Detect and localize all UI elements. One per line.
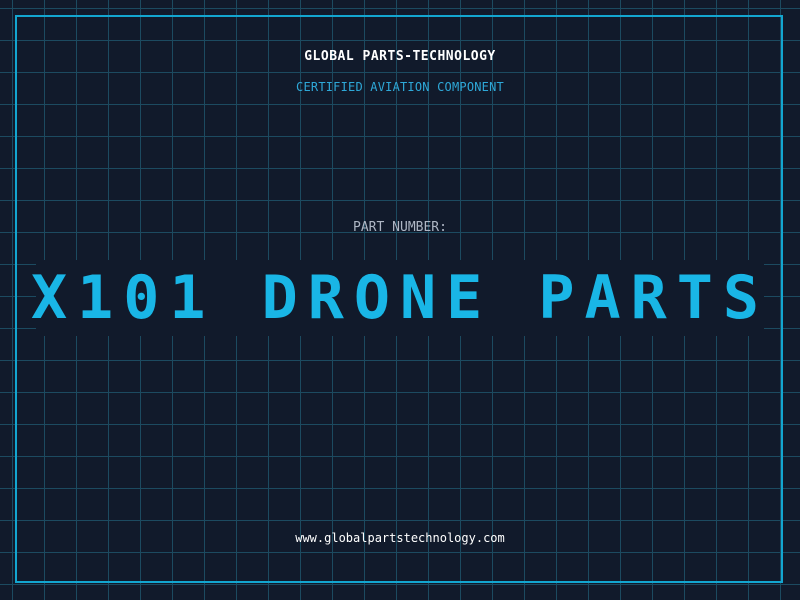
part-number-value: X101 DRONE PARTS bbox=[31, 263, 769, 333]
part-number-label: PART NUMBER: bbox=[353, 220, 447, 235]
blueprint-canvas: GLOBAL PARTS-TECHNOLOGY CERTIFIED AVIATI… bbox=[0, 0, 800, 600]
company-name: GLOBAL PARTS-TECHNOLOGY bbox=[304, 49, 496, 64]
website-url: www.globalpartstechnology.com bbox=[295, 531, 505, 545]
certification-subtitle: CERTIFIED AVIATION COMPONENT bbox=[296, 80, 504, 94]
